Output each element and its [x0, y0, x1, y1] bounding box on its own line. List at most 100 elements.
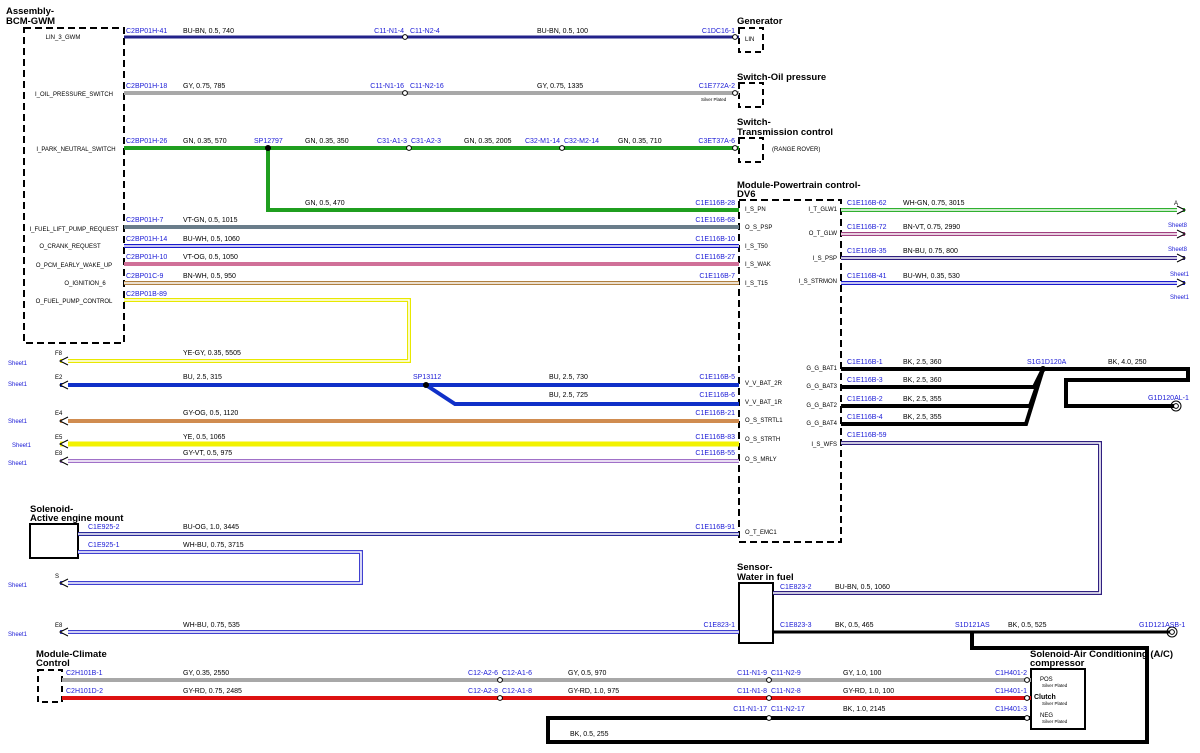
connector-label: SP13112 — [413, 374, 441, 381]
connector-label: C1E925-1 — [88, 542, 120, 549]
connector-label: C32-M2-14 — [564, 138, 599, 145]
wire-label: BK, 0.5, 525 — [1008, 622, 1047, 629]
oil-switch-title: Switch-Oil pressure — [737, 72, 826, 83]
climate-title-2: Control — [36, 658, 70, 669]
pin-end — [1024, 715, 1030, 721]
wire-wfs — [773, 441, 1102, 595]
trans-note: (RANGE ROVER) — [772, 147, 820, 153]
wire-label: BK, 2.5, 360 — [903, 359, 942, 366]
generator-title: Generator — [737, 16, 783, 27]
connector-label: C11-N2-4 — [410, 28, 440, 35]
pcm-title-2: DV6 — [737, 189, 755, 200]
connector-label: C2BP01H-7 — [126, 217, 163, 224]
wire-label: GY, 0.75, 1335 — [537, 83, 583, 90]
connector-label: C1E823-2 — [780, 584, 812, 591]
pin-end — [1024, 677, 1030, 683]
offsheet-arrow — [58, 456, 69, 466]
sheet-ref[interactable]: A — [1174, 201, 1178, 207]
sheet-ref[interactable]: Sheet1 — [1170, 295, 1190, 301]
wire-label: WH-GN, 0.75, 3015 — [903, 200, 965, 207]
connector-label: C11-N1-8 — [737, 688, 767, 695]
pin-end — [732, 145, 738, 151]
pcm-pin: I_S_PN — [745, 207, 766, 213]
wire-label: GN, 0.5, 470 — [305, 200, 345, 207]
wire-label: BN-WH, 0.5, 950 — [183, 273, 236, 280]
offsheet-arrow — [58, 416, 69, 426]
connector-label: C2BP01B-89 — [126, 291, 167, 298]
sheet-ref[interactable]: Sheet8 — [1168, 223, 1188, 229]
wire-label: WH-BU, 0.75, 535 — [183, 622, 240, 629]
connector-label: C1DC16-1 — [702, 28, 735, 35]
wire-label: BK, 0.5, 255 — [570, 731, 609, 738]
sheet-ref[interactable]: Sheet1 — [8, 632, 28, 638]
sheet-ref[interactable]: Sheet1 — [8, 419, 28, 425]
inline-connector — [559, 145, 565, 151]
connector-label: C11-N1-16 — [370, 83, 404, 90]
sheet-ref[interactable]: Sheet1 — [8, 461, 28, 467]
wire-label: BU-BN, 0.5, 100 — [537, 28, 588, 35]
wire-label: GN, 0.35, 2005 — [464, 138, 512, 145]
wiring-diagram-canvas: Assembly- BCM-GWM LIN_3_GWM I_OIL_PRESSU… — [6, 6, 1190, 744]
wire-label: GY-RD, 1.0, 975 — [568, 688, 619, 695]
connector-label: C31-A2-3 — [411, 138, 441, 145]
connector-label: C2H101B-1 — [66, 670, 103, 677]
wire-label: VT-GN, 0.5, 1015 — [183, 217, 238, 224]
ac-title-2: compressor — [1030, 658, 1085, 669]
connector-label: C11-N2-17 — [771, 706, 805, 713]
sheet-ref[interactable]: Sheet1 — [1170, 272, 1190, 278]
transmission-switch: Switch- Transmission control (RANGE ROVE… — [737, 117, 833, 163]
wire-label: GY-VT, 0.5, 975 — [183, 450, 232, 457]
connector-label: C2BP01H-14 — [126, 236, 167, 243]
bcm-pin: I_PARK_NEUTRAL_SWITCH — [36, 147, 115, 153]
offsheet-arrow — [1176, 253, 1187, 263]
pcm-pin: I_S_T50 — [745, 244, 768, 250]
sheet-ref[interactable]: Sheet1 — [8, 382, 28, 388]
connector-label: C1E116B-27 — [695, 254, 735, 261]
connector-label: C1E116B-72 — [847, 224, 887, 231]
pcm-pin: G_G_BAT3 — [806, 384, 837, 390]
connector-label: C11-N2-8 — [771, 688, 801, 695]
connector-label: C11-N2-9 — [771, 670, 801, 677]
bcm-gwm-module: Assembly- BCM-GWM LIN_3_GWM I_OIL_PRESSU… — [6, 6, 125, 344]
offsheet-arrow — [58, 356, 69, 366]
wire-label: GN, 0.35, 350 — [305, 138, 349, 145]
connector-label: C1E116B-1 — [847, 359, 883, 366]
sheet-ref[interactable]: Sheet1 — [12, 443, 32, 449]
connector-label: C1E116B-2 — [847, 396, 883, 403]
ground-point — [1173, 403, 1179, 409]
offsheet-arrow — [58, 380, 69, 390]
wire-label: BK, 2.5, 360 — [903, 377, 942, 384]
sheet-ref[interactable]: Sheet1 — [8, 361, 28, 367]
wire-label: BU, 2.5, 730 — [549, 374, 588, 381]
pcm-pin: I_S_WAK — [745, 262, 771, 268]
wire-label: GY, 0.5, 970 — [568, 670, 607, 677]
connector-label: C2BP01C-9 — [126, 273, 163, 280]
inline-connector — [402, 34, 408, 40]
pcm-pin: O_S_STRTH — [745, 437, 780, 443]
offsheet-arrow — [58, 439, 69, 449]
pcm-pin: I_T_GLW1 — [808, 207, 837, 213]
connector-label: C11-N1-4 — [374, 28, 404, 35]
connector-label: C12-A2-6 — [468, 670, 498, 677]
wire-wfs-core — [773, 442, 1101, 594]
wire-label: BN-VT, 0.75, 2990 — [903, 224, 960, 231]
wire-label: WH-BU, 0.75, 3715 — [183, 542, 244, 549]
wire-label: BU, 2.5, 315 — [183, 374, 222, 381]
sheet-ref[interactable]: Sheet1 — [8, 583, 28, 589]
splice — [423, 382, 429, 388]
solenoid-title-2: Active engine mount — [30, 513, 124, 524]
bcm-pin: O_IGNITION_6 — [64, 281, 106, 287]
generator-component: Generator LIN — [737, 16, 783, 53]
pin-end — [732, 90, 738, 96]
wire-label: GY-RD, 1.0, 100 — [843, 688, 894, 695]
connector-label: C31-A1-3 — [377, 138, 407, 145]
connector-label: C1E116B-62 — [847, 200, 887, 207]
active-engine-mount-solenoid: Solenoid- Active engine mount — [29, 504, 124, 559]
sheet-ref[interactable]: Sheet8 — [1168, 247, 1188, 253]
wire-label: VT-OG, 0.5, 1050 — [183, 254, 238, 261]
inline-connector — [402, 90, 408, 96]
connector-label: C11-N1-9 — [737, 670, 767, 677]
edge-label: E5 — [55, 435, 63, 441]
wif-title-2: Water in fuel — [737, 572, 794, 583]
wire-label: BN-BU, 0.75, 800 — [903, 248, 958, 255]
